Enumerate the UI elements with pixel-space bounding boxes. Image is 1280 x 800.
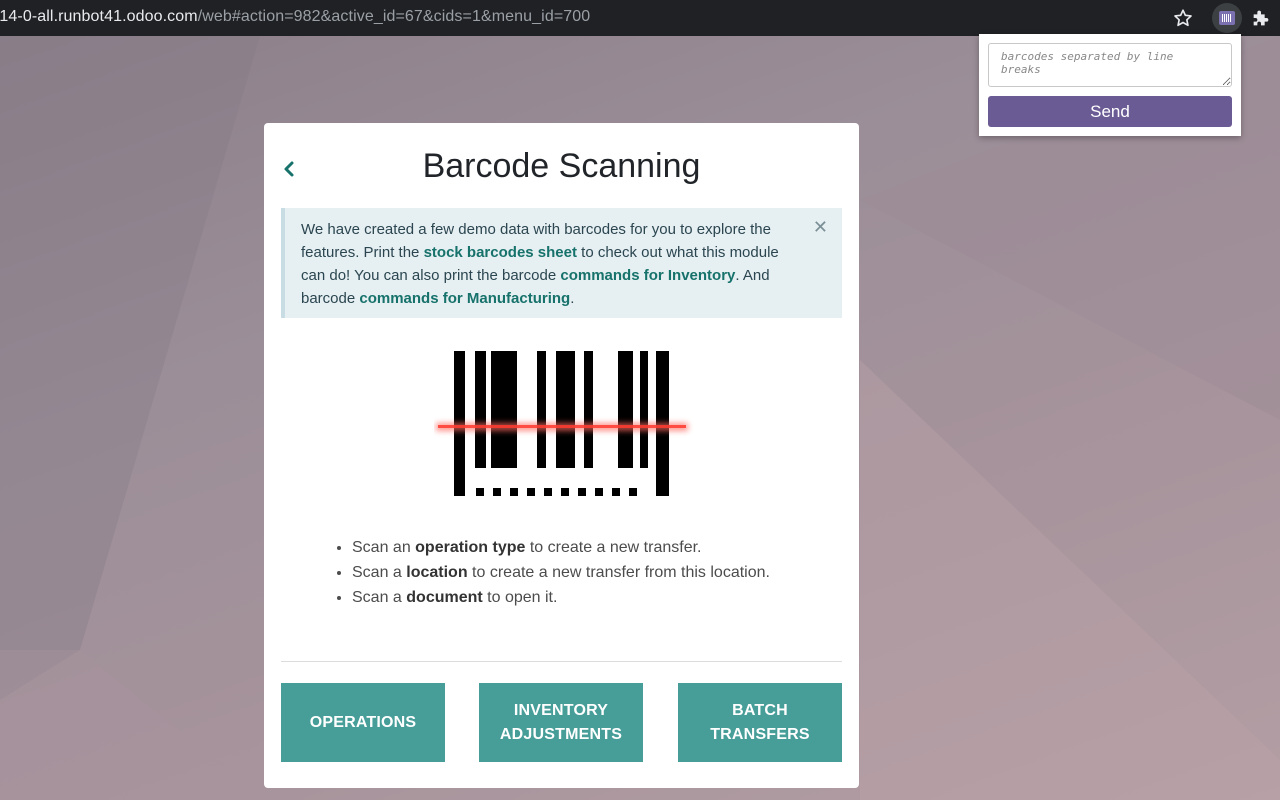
inventory-adjustments-button[interactable]: INVENTORY ADJUSTMENTS — [479, 683, 643, 762]
url-host: -14-0-all.runbot41.odoo.com — [0, 8, 198, 25]
commands-inventory-link[interactable]: commands for Inventory — [560, 267, 735, 284]
barcode-extension-button[interactable] — [1212, 3, 1242, 33]
operations-button[interactable]: OPERATIONS — [281, 683, 445, 762]
batch-transfers-button[interactable]: BATCH TRANSFERS — [678, 683, 842, 762]
close-icon[interactable]: ✕ — [813, 218, 828, 236]
puzzle-icon[interactable] — [1250, 7, 1272, 29]
star-icon[interactable] — [1172, 7, 1194, 29]
demo-data-alert: We have created a few demo data with bar… — [281, 208, 842, 318]
commands-manufacturing-link[interactable]: commands for Manufacturing — [359, 290, 570, 307]
barcode-extension-popup: Send — [979, 34, 1241, 136]
barcode-illustration — [436, 351, 688, 496]
url-text[interactable]: -14-0-all.runbot41.odoo.com/web#action=9… — [0, 8, 590, 26]
browser-toolbar: -14-0-all.runbot41.odoo.com/web#action=9… — [0, 0, 1280, 36]
barcodes-input[interactable] — [988, 43, 1232, 87]
barcode-extension-icon — [1219, 11, 1235, 25]
list-item: Scan a location to create a new transfer… — [352, 560, 832, 585]
url-path: /web#action=982&active_id=67&cids=1&menu… — [197, 8, 591, 25]
divider — [281, 661, 842, 662]
list-item: Scan an operation type to create a new t… — [352, 535, 832, 560]
barcode-scanning-card: Barcode Scanning We have created a few d… — [264, 123, 859, 788]
address-bar[interactable]: -14-0-all.runbot41.odoo.com/web#action=9… — [0, 0, 1207, 35]
list-item: Scan a document to open it. — [352, 585, 832, 610]
scan-instructions-list: Scan an operation type to create a new t… — [334, 535, 832, 610]
alert-text-4: . — [570, 290, 575, 307]
send-button[interactable]: Send — [988, 96, 1232, 127]
stock-barcodes-sheet-link[interactable]: stock barcodes sheet — [424, 244, 577, 261]
action-buttons: OPERATIONS INVENTORY ADJUSTMENTS BATCH T… — [281, 683, 842, 762]
page-title: Barcode Scanning — [422, 147, 701, 185]
